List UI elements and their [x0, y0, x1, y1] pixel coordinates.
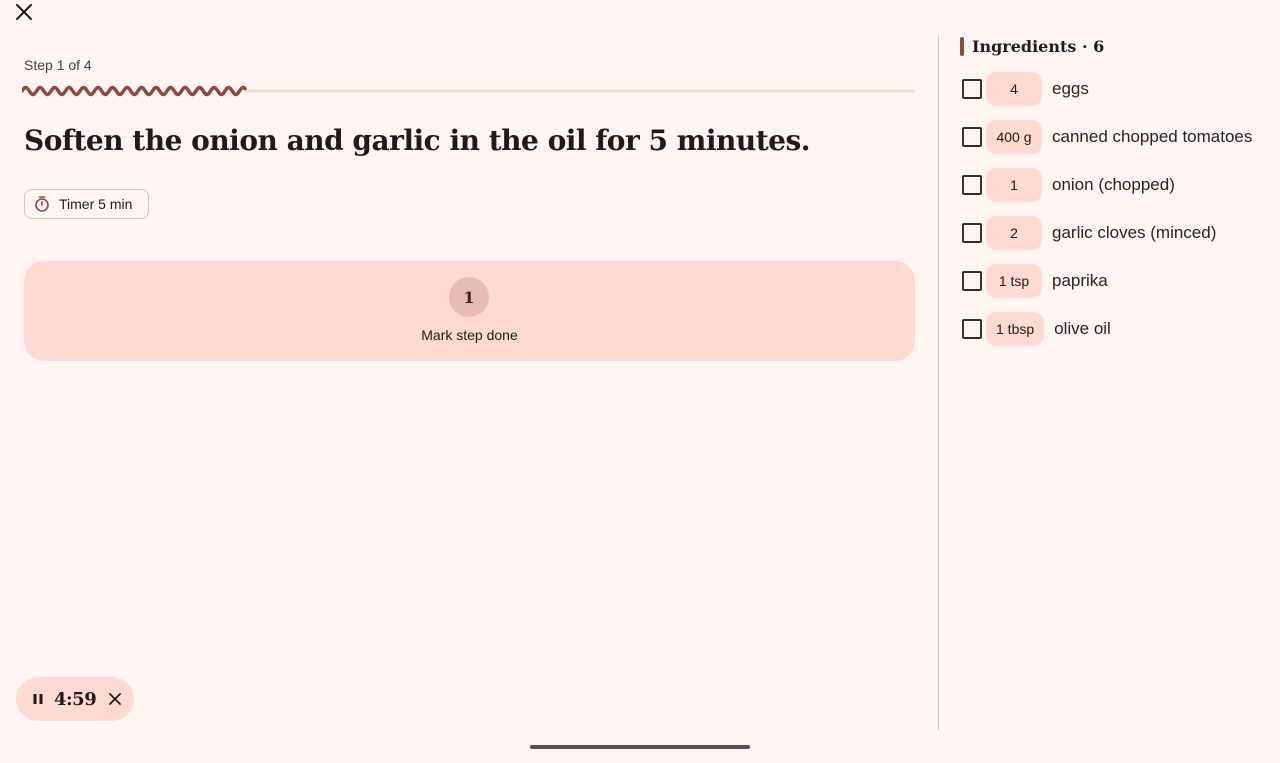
ingredient-row[interactable]: 400 g canned chopped tomatoes [960, 120, 1252, 154]
pane-divider [938, 36, 939, 730]
ingredients-title: Ingredients · 6 [972, 36, 1105, 56]
ingredient-name: garlic cloves (minced) [1052, 223, 1217, 242]
ingredient-quantity: 1 tsp [986, 264, 1042, 298]
step-progress [22, 85, 916, 97]
start-timer-chip[interactable]: Timer 5 min [24, 189, 150, 219]
ingredient-name: eggs [1052, 79, 1089, 98]
timer-chip-label: Timer 5 min [59, 196, 133, 212]
pause-icon [33, 694, 43, 704]
ingredient-name: olive oil [1054, 319, 1111, 338]
ingredient-quantity: 400 g [986, 120, 1042, 154]
pause-button[interactable] [32, 693, 44, 705]
gesture-handle[interactable] [530, 745, 750, 749]
ingredients-heading: Ingredients · 6 [960, 36, 1104, 56]
mark-step-done-label: Mark step done [421, 327, 518, 343]
ingredient-quantity: 4 [986, 72, 1042, 106]
ingredient-quantity: 1 [986, 168, 1042, 202]
running-timer: 4:59 [16, 677, 134, 721]
ingredient-name: canned chopped tomatoes [1052, 127, 1253, 146]
step-counter: Step 1 of 4 [24, 57, 92, 73]
ingredient-quantity: 2 [986, 216, 1042, 250]
timer-remaining: 4:59 [54, 688, 97, 710]
ingredient-name: onion (chopped) [1052, 175, 1175, 194]
close-icon [109, 693, 122, 705]
ingredient-quantity: 1 tbsp [986, 312, 1045, 346]
heading-accent-bar [960, 36, 964, 56]
step-instruction: Soften the onion and garlic in the oil f… [24, 124, 810, 157]
ingredient-row[interactable]: 1 tbsp olive oil [960, 312, 1111, 346]
step-panel: Step 1 of 4 Soften the onion and garlic … [22, 0, 916, 763]
ingredient-checkbox[interactable] [962, 79, 982, 99]
ingredient-checkbox[interactable] [962, 127, 982, 147]
ingredient-checkbox[interactable] [962, 223, 982, 243]
ingredient-checkbox[interactable] [962, 319, 982, 339]
ingredient-row[interactable]: 4 eggs [960, 72, 1089, 106]
ingredient-row[interactable]: 1 onion (chopped) [960, 168, 1175, 202]
stopwatch-icon [35, 196, 49, 212]
ingredient-name: paprika [1052, 271, 1108, 290]
ingredient-checkbox[interactable] [962, 175, 982, 195]
mark-step-done-button[interactable]: 1 Mark step done [24, 261, 915, 361]
ingredient-row[interactable]: 1 tsp paprika [960, 264, 1108, 298]
ingredient-checkbox[interactable] [962, 271, 982, 291]
progress-indicator [22, 85, 247, 97]
ingredient-row[interactable]: 2 garlic cloves (minced) [960, 216, 1216, 250]
step-number-badge: 1 [449, 277, 489, 317]
dismiss-timer-button[interactable] [108, 692, 122, 706]
